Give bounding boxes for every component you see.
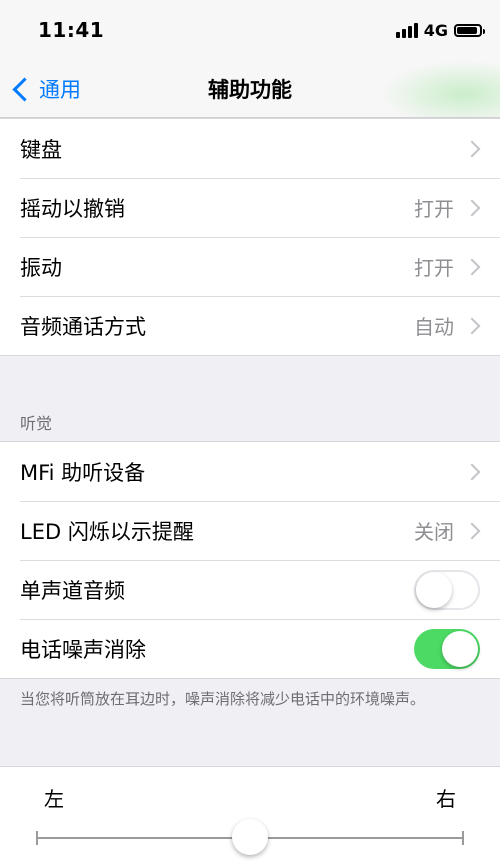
section-header-hearing: 听觉 [20,414,53,433]
chevron-right-icon [463,199,481,216]
network-type: 4G [423,20,448,40]
noise-cancellation-toggle[interactable] [414,628,480,669]
row-label: 摇动以撤销 [20,196,125,221]
chevron-right-icon [463,522,481,539]
balance-panel: 左 右 [0,766,500,867]
mono-audio-row: 单声道音频 [0,560,500,619]
row-label: 振动 [20,255,62,280]
balance-left-label: 左 [44,787,64,811]
chevron-right-icon [463,463,481,480]
page-title: 辅助功能 [208,78,292,102]
call-audio-routing-row[interactable]: 音频通话方式 自动 [0,296,500,355]
slider-tick-right [462,831,464,845]
row-label: 键盘 [20,137,62,162]
mfi-hearing-devices-row[interactable]: MFi 助听设备 [0,442,500,501]
chevron-right-icon [463,258,481,275]
row-label: 音频通话方式 [20,314,146,339]
signal-icon [395,22,418,38]
balance-right-label: 右 [436,787,456,811]
row-label: MFi 助听设备 [20,460,146,485]
status-indicators: 4G [395,20,485,40]
row-value: 自动 [414,315,454,339]
toggle-knob [416,571,452,608]
battery-icon [454,23,485,37]
row-value: 打开 [414,256,454,280]
vibration-row[interactable]: 振动 打开 [0,237,500,296]
chevron-right-icon [463,140,481,157]
row-label: 电话噪声消除 [20,637,146,662]
row-label: LED 闪烁以示提醒 [20,519,194,544]
led-flash-alerts-row[interactable]: LED 闪烁以示提醒 关闭 [0,501,500,560]
navigation-bar: 通用 辅助功能 [0,60,500,118]
settings-group-hearing: MFi 助听设备 LED 闪烁以示提醒 关闭 单声道音频 电话噪声消除 [0,441,500,679]
status-bar: 11:41 4G [0,0,500,60]
phone-noise-cancellation-row: 电话噪声消除 [0,619,500,678]
slider-thumb[interactable] [232,819,268,855]
mono-audio-toggle[interactable] [414,569,480,610]
toggle-knob [442,630,478,667]
chevron-right-icon [463,317,481,334]
slider-tick-left [36,831,38,845]
shake-to-undo-row[interactable]: 摇动以撤销 打开 [0,178,500,237]
keyboard-row[interactable]: 键盘 [0,119,500,178]
settings-group-interaction: 键盘 摇动以撤销 打开 振动 打开 音频通话方式 自动 [0,118,500,356]
balance-slider[interactable] [36,819,464,855]
noise-cancellation-footer: 当您将听筒放在耳边时，噪声消除将减少电话中的环境噪声。 [20,690,426,708]
row-value: 打开 [414,197,454,221]
row-value: 关闭 [414,520,454,544]
row-label: 单声道音频 [20,578,125,603]
status-time: 11:41 [38,18,105,42]
